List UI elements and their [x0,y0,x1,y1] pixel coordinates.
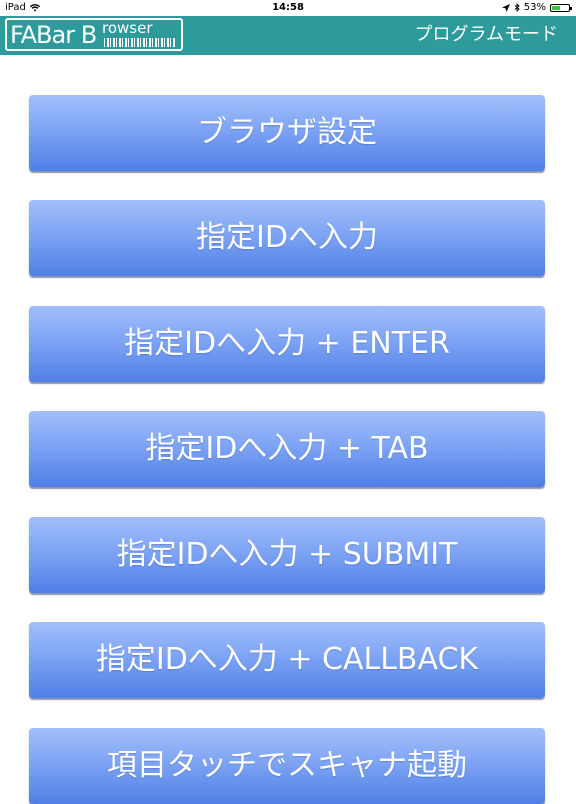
browser-settings-button[interactable]: ブラウザ設定 [29,95,545,171]
input-to-id-button[interactable]: 指定IDへ入力 [29,200,545,276]
input-to-id-enter-button[interactable]: 指定IDへ入力 + ENTER [29,306,545,382]
menu-list: ブラウザ設定 指定IDへ入力 指定IDへ入力 + ENTER 指定IDへ入力 +… [0,0,576,804]
input-to-id-submit-button[interactable]: 指定IDへ入力 + SUBMIT [29,517,545,593]
input-to-id-callback-button[interactable]: 指定IDへ入力 + CALLBACK [29,622,545,698]
touch-to-scan-button[interactable]: 項目タッチでスキャナ起動 [29,728,545,804]
input-to-id-tab-button[interactable]: 指定IDへ入力 + TAB [29,411,545,487]
